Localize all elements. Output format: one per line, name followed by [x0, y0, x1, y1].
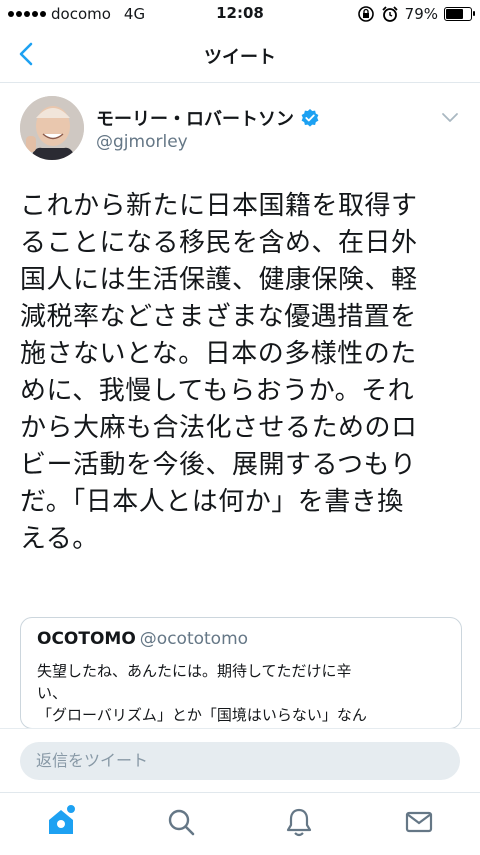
reply-input[interactable]: 返信をツイート	[20, 742, 460, 780]
display-name-text: モーリー・ロバートソン	[96, 109, 294, 130]
tab-bar	[0, 792, 480, 855]
status-icons: 79%	[357, 5, 475, 23]
navigation-bar: ツイート	[0, 28, 480, 83]
tab-notifications[interactable]	[282, 805, 316, 839]
page-title: ツイート	[204, 47, 276, 68]
status-bar: docomo 4G 12:08 79%	[0, 0, 480, 28]
notifications-icon	[286, 808, 312, 837]
avatar[interactable]	[20, 96, 84, 160]
battery-percent: 79%	[404, 5, 438, 23]
verified-badge-icon	[301, 109, 319, 127]
author-name[interactable]: モーリー・ロバートソン	[96, 105, 320, 131]
author-handle[interactable]: @gjmorley	[96, 132, 188, 152]
reply-placeholder: 返信をツイート	[36, 751, 149, 770]
new-content-dot	[66, 804, 76, 814]
search-icon	[168, 809, 195, 836]
avatar-photo-icon	[20, 96, 84, 160]
reply-bar: 返信をツイート	[0, 728, 480, 793]
rotation-lock-icon	[357, 6, 374, 22]
quoted-author-handle: @ocototomo	[139, 629, 249, 649]
alarm-icon	[382, 6, 398, 22]
chevron-down-icon	[442, 113, 458, 122]
quoted-tweet-card[interactable]: OCOTOMO @ocototomo 失望したね、あんたには。期待してただけに辛 …	[20, 617, 462, 729]
tab-messages[interactable]	[402, 805, 436, 839]
tab-home[interactable]	[44, 804, 78, 839]
tweet-options-button[interactable]	[440, 110, 460, 124]
quoted-author-name: OCOTOMO	[37, 629, 136, 649]
quoted-tweet-text: 失望したね、あんたには。期待してただけに辛 い、 「グローバリズム」とか「国境は…	[37, 662, 367, 724]
tweet-body: これから新たに日本国籍を取得す ることになる移民を含め、在日外 国人には生活保護…	[20, 191, 418, 554]
tab-search[interactable]	[164, 805, 198, 839]
quoted-tweet-header: OCOTOMO @ocototomo	[37, 629, 248, 649]
battery-icon	[444, 7, 475, 21]
messages-icon	[405, 811, 433, 833]
